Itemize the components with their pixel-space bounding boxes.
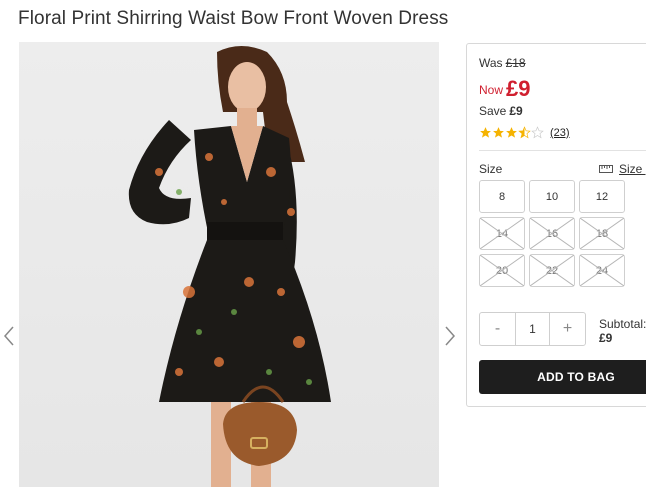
size-option-10[interactable]: 10 [529,180,575,213]
chevron-left-icon [4,326,14,346]
subtotal: Subtotal: £9 [599,317,646,345]
size-option-18: 18 [579,217,625,250]
quantity-decrease-button[interactable]: - [480,313,515,345]
model-photo [128,46,331,487]
size-option-12[interactable]: 12 [579,180,625,213]
subtotal-label: Subtotal: [599,317,646,331]
size-option-label: 14 [495,227,509,240]
size-option-label: 24 [595,264,609,277]
star-empty-icon [531,126,544,139]
gallery-prev-button[interactable] [0,322,18,350]
size-option-label: 20 [495,264,509,277]
quantity-increase-button[interactable]: + [550,313,585,345]
ruler-icon [599,165,613,173]
divider [479,150,646,151]
size-option-16: 16 [529,217,575,250]
size-option-label: 16 [545,227,559,240]
chevron-right-icon [445,326,455,346]
reviews-link[interactable]: (23) [550,127,570,139]
size-guide-link[interactable]: Size g [599,162,646,176]
gallery-next-button[interactable] [441,322,459,350]
was-price-value: £18 [505,56,526,70]
add-to-bag-button[interactable]: ADD TO BAG [479,360,646,394]
size-option-20: 20 [479,254,525,287]
size-option-24: 24 [579,254,625,287]
subtotal-value: £9 [599,331,613,345]
size-option-label: 10 [545,190,559,203]
purchase-panel: Was£18 Now£9 Save£9 (23) Size Size g 8 10… [466,43,646,407]
save-amount: Save £9 [479,104,523,118]
now-price: Now £9 [479,76,531,101]
size-option-label: 12 [595,190,609,203]
quantity-stepper: - 1 + [479,312,586,346]
product-title: Floral Print Shirring Waist Bow Front Wo… [18,8,449,29]
size-option-label: 18 [595,227,609,240]
quantity-value[interactable]: 1 [515,313,550,345]
star-rating [479,126,544,139]
size-option-14: 14 [479,217,525,250]
now-price-value: £9 [506,76,531,101]
was-price: Was £18 [479,56,526,70]
product-gallery [0,42,460,487]
size-option-22: 22 [529,254,575,287]
product-image[interactable] [19,42,439,487]
size-option-label: 22 [545,264,559,277]
size-option-label: 8 [498,190,506,203]
star-full-icon [493,127,504,138]
size-options: 8 10 12 14 16 18 20 22 24 [479,180,639,287]
star-full-icon [506,127,517,138]
size-option-8[interactable]: 8 [479,180,525,213]
save-amount-value: £9 [509,104,523,118]
star-full-icon [480,127,491,138]
rating: (23) [479,126,570,139]
size-label: Size [479,162,503,176]
size-guide-label: Size g [619,162,646,176]
star-half-icon [518,126,531,139]
